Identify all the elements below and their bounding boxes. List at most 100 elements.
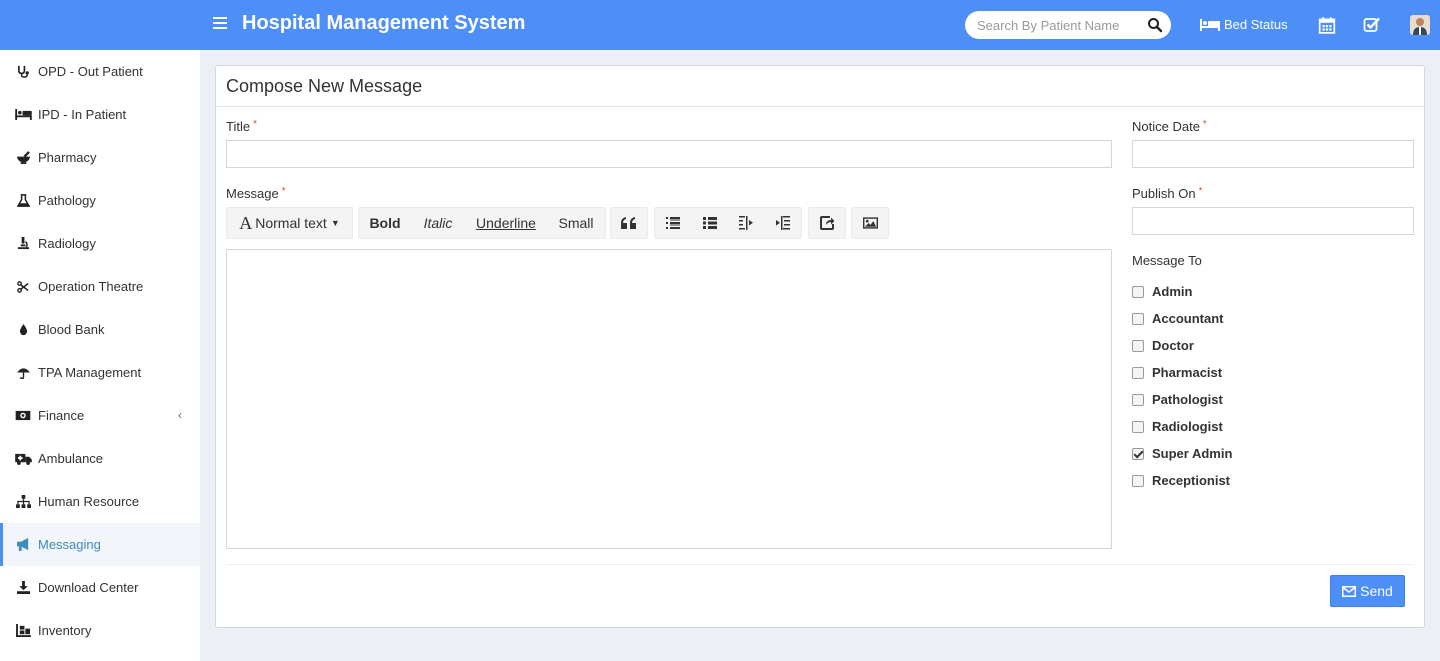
flask-icon xyxy=(14,193,32,209)
list-group xyxy=(654,207,802,239)
recipient-label: Doctor xyxy=(1152,338,1194,353)
message-editor[interactable] xyxy=(226,249,1112,549)
scissors-icon xyxy=(14,279,32,295)
sidebar-item-blood-bank[interactable]: Blood Bank xyxy=(0,308,200,351)
send-button[interactable]: Send xyxy=(1330,575,1405,607)
hamburger-menu-icon[interactable] xyxy=(213,17,227,31)
sidebar-item-opd[interactable]: OPD - Out Patient xyxy=(0,50,200,93)
tint-icon xyxy=(14,322,32,338)
sidebar-item-human-resource[interactable]: Human Resource xyxy=(0,480,200,523)
title-input[interactable] xyxy=(226,140,1112,168)
umbrella-icon xyxy=(14,365,32,381)
page-title: Compose New Message xyxy=(226,76,423,96)
patient-search-box xyxy=(965,11,1171,39)
text-style-group: A Normal text ▼ xyxy=(226,207,353,239)
quote-icon xyxy=(621,217,636,229)
receptionist-checkbox[interactable] xyxy=(1132,474,1144,487)
message-label: Message xyxy=(226,186,279,201)
notice-date-label-wrap: Notice Date * xyxy=(1132,119,1207,134)
sidebar-item-label: Pathology xyxy=(38,193,96,208)
bold-button[interactable]: Bold xyxy=(359,208,411,238)
ordered-list-button[interactable] xyxy=(692,208,729,238)
pharmacist-checkbox[interactable] xyxy=(1132,366,1144,379)
radiologist-checkbox[interactable] xyxy=(1132,420,1144,433)
calendar-icon[interactable] xyxy=(1318,16,1336,34)
inventory-icon xyxy=(14,623,32,639)
search-icon[interactable] xyxy=(1147,17,1163,33)
unordered-list-button[interactable] xyxy=(655,208,692,238)
pathologist-checkbox[interactable] xyxy=(1132,393,1144,406)
chevron-left-icon[interactable]: ‹ xyxy=(178,408,182,422)
admin-checkbox[interactable] xyxy=(1132,285,1144,298)
sidebar-item-finance[interactable]: Finance ‹ xyxy=(0,394,200,437)
sidebar-item-label: Operation Theatre xyxy=(38,279,144,294)
outdent-icon xyxy=(739,216,754,230)
recipient-label: Accountant xyxy=(1152,311,1224,326)
notice-date-label: Notice Date xyxy=(1132,119,1200,134)
bullhorn-icon xyxy=(14,537,32,553)
required-mark: * xyxy=(1198,186,1203,197)
sidebar-item-ipd[interactable]: IPD - In Patient xyxy=(0,93,200,136)
sidebar-item-radiology[interactable]: Radiology xyxy=(0,222,200,265)
italic-button[interactable]: Italic xyxy=(411,208,465,238)
sidebar-item-label: IPD - In Patient xyxy=(38,107,127,122)
list-ul-icon xyxy=(666,217,681,229)
normal-text-dropdown[interactable]: A Normal text ▼ xyxy=(227,208,352,238)
normal-text-label: Normal text xyxy=(255,215,327,231)
ambulance-icon xyxy=(14,451,32,467)
publish-on-input[interactable] xyxy=(1132,207,1414,235)
download-icon xyxy=(14,580,32,596)
send-label: Send xyxy=(1360,583,1393,599)
recipient-admin: Admin xyxy=(1132,284,1192,299)
required-mark: * xyxy=(1202,119,1207,130)
image-icon xyxy=(862,217,878,229)
required-mark: * xyxy=(281,186,286,197)
patient-search-input[interactable] xyxy=(977,16,1137,34)
font-icon: A xyxy=(239,212,253,233)
required-mark: * xyxy=(253,119,257,130)
app-title: Hospital Management System xyxy=(242,12,526,34)
recipient-doctor: Doctor xyxy=(1132,338,1194,353)
recipient-label: Super Admin xyxy=(1152,446,1233,461)
notice-date-input[interactable] xyxy=(1132,140,1414,168)
sidebar-item-tpa-management[interactable]: TPA Management xyxy=(0,351,200,394)
indent-button[interactable] xyxy=(765,208,802,238)
task-check-icon[interactable] xyxy=(1363,16,1381,34)
publish-on-label: Publish On xyxy=(1132,186,1196,201)
sidebar-item-messaging[interactable]: Messaging xyxy=(0,523,200,566)
blockquote-button[interactable] xyxy=(611,208,647,238)
message-label-wrap: Message * xyxy=(226,186,286,201)
recipient-radiologist: Radiologist xyxy=(1132,419,1223,434)
sidebar-item-ambulance[interactable]: Ambulance xyxy=(0,437,200,480)
bed-status-button[interactable]: Bed Status xyxy=(1200,17,1288,32)
user-avatar[interactable] xyxy=(1410,15,1430,35)
doctor-checkbox[interactable] xyxy=(1132,339,1144,352)
emphasis-group: Bold Italic Underline Small xyxy=(358,207,606,239)
share-icon xyxy=(820,216,834,230)
outdent-button[interactable] xyxy=(728,208,765,238)
sidebar-item-label: Ambulance xyxy=(38,451,104,466)
message-to-label: Message To xyxy=(1132,253,1202,268)
link-group xyxy=(808,207,846,239)
sidebar-item-inventory[interactable]: Inventory xyxy=(0,609,200,652)
underline-button[interactable]: Underline xyxy=(465,208,547,238)
sidebar-item-download-center[interactable]: Download Center xyxy=(0,566,200,609)
sidebar-item-label: Finance xyxy=(38,408,85,423)
sitemap-icon xyxy=(14,494,32,510)
title-divider xyxy=(216,106,1424,107)
small-button[interactable]: Small xyxy=(547,208,605,238)
sidebar-item-operation-theatre[interactable]: Operation Theatre xyxy=(0,265,200,308)
recipient-super-admin: Super Admin xyxy=(1132,446,1232,461)
accountant-checkbox[interactable] xyxy=(1132,312,1144,325)
sidebar-item-pharmacy[interactable]: Pharmacy xyxy=(0,136,200,179)
recipient-label: Receptionist xyxy=(1152,473,1231,488)
image-group xyxy=(851,207,889,239)
insert-link-button[interactable] xyxy=(809,208,845,238)
sidebar-item-label: Blood Bank xyxy=(38,322,105,337)
recipient-pathologist: Pathologist xyxy=(1132,392,1223,407)
sidebar-item-pathology[interactable]: Pathology xyxy=(0,179,200,222)
insert-image-button[interactable] xyxy=(852,208,888,238)
sidebar-item-label: Download Center xyxy=(38,580,139,595)
money-icon xyxy=(14,408,32,424)
super-admin-checkbox[interactable] xyxy=(1132,447,1144,460)
